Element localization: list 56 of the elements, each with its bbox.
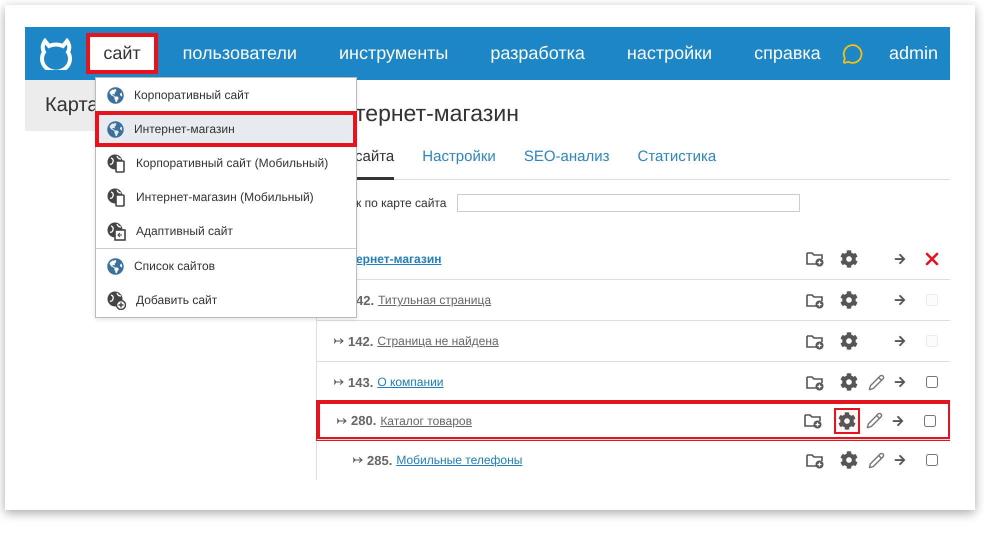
row-checkbox[interactable] <box>926 376 938 388</box>
page-number: 42. <box>356 292 374 308</box>
nav-item[interactable]: сайт <box>86 33 158 74</box>
nav-item[interactable]: справка <box>733 33 842 74</box>
menu-item[interactable]: Добавить сайт <box>96 283 356 317</box>
globe-icon <box>107 86 124 104</box>
tab[interactable]: SEO-анализ <box>524 142 610 180</box>
menu-item[interactable]: Корпоративный сайт <box>96 78 356 112</box>
page-number: 280. <box>351 413 376 428</box>
globe-add-icon <box>107 290 126 310</box>
tree-arrow-icon <box>337 418 347 424</box>
add-folder-icon[interactable] <box>806 250 824 267</box>
move-arrow-icon[interactable] <box>892 414 904 426</box>
page-number: 143. <box>348 374 374 390</box>
pencil-icon[interactable] <box>868 374 884 390</box>
page-link[interactable]: Мобильные телефоны <box>396 453 522 467</box>
settings-icon[interactable] <box>834 408 860 434</box>
add-folder-icon[interactable] <box>806 452 824 468</box>
globe-icon <box>107 120 124 138</box>
move-arrow-icon[interactable] <box>894 252 906 264</box>
row-checkbox[interactable] <box>926 454 938 466</box>
globe-phone-icon <box>107 154 126 172</box>
move-arrow-icon[interactable] <box>894 454 906 466</box>
menu-item[interactable]: Список сайтов <box>96 249 356 283</box>
page-number: 285. <box>367 452 392 468</box>
tree-arrow-icon <box>353 457 363 463</box>
search-field[interactable] <box>457 194 800 212</box>
site-root-link[interactable]: ернет-магазин <box>356 252 442 266</box>
nav-item[interactable]: разработка <box>469 33 606 74</box>
add-folder-icon[interactable] <box>804 412 822 429</box>
tree-arrow-icon <box>334 338 344 344</box>
pencil-icon[interactable] <box>868 452 884 468</box>
row-checkbox[interactable] <box>924 414 936 426</box>
nav-item[interactable]: настройки <box>606 33 734 74</box>
globe-icon <box>107 258 124 274</box>
search-label: к по карте сайта <box>356 196 446 210</box>
tab[interactable]: Статистика <box>637 142 716 180</box>
move-arrow-icon[interactable] <box>894 376 906 388</box>
menu-item[interactable]: Интернет-магазин (Мобильный) <box>96 180 356 214</box>
menu-item[interactable]: Адаптивный сайт <box>96 214 356 248</box>
menu-item[interactable]: Интернет-магазин <box>96 112 356 146</box>
add-folder-icon[interactable] <box>806 374 824 390</box>
page-link[interactable]: Каталог товаров <box>380 414 472 428</box>
pencil-icon[interactable] <box>866 412 882 429</box>
nav-item[interactable]: пользователи <box>162 33 318 74</box>
tree-arrow-icon <box>334 379 344 385</box>
page-title: тернет-магазин <box>354 99 520 128</box>
page-number: 142. <box>348 334 374 348</box>
nav-item[interactable]: инструменты <box>318 33 470 74</box>
globe-phone-icon <box>107 188 126 206</box>
tab[interactable]: Настройки <box>422 142 496 180</box>
globe-screen-icon <box>107 222 126 240</box>
cat-logo-icon <box>38 38 73 70</box>
user-link[interactable]: admin <box>888 43 938 64</box>
menu-item[interactable]: Корпоративный сайт (Мобильный) <box>96 146 356 180</box>
page-link[interactable]: О компании <box>377 375 444 389</box>
